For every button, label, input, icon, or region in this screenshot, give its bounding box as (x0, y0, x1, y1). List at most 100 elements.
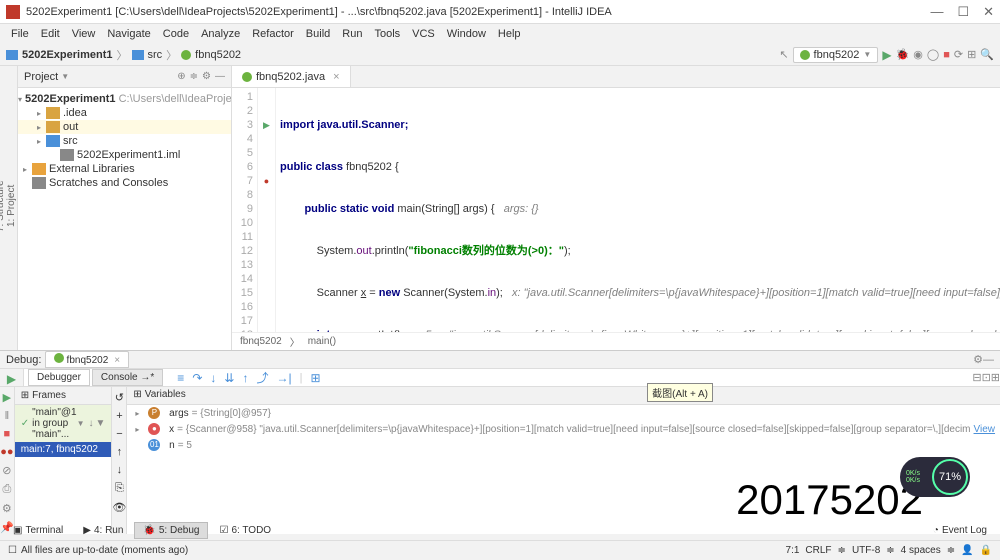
run-to-cursor-icon[interactable]: →| (276, 371, 291, 385)
editor-tab[interactable]: fbnq5202.java × (232, 66, 351, 87)
tooltip: 截图(Alt + A) (647, 383, 713, 402)
menu-code[interactable]: Code (158, 28, 194, 40)
mute-icon[interactable]: ⊘ (2, 464, 11, 477)
debugger-tab[interactable]: Debugger (28, 369, 90, 386)
lock-icon[interactable]: 🔒 (980, 545, 992, 556)
gear-icon[interactable]: ⚙ (202, 71, 211, 82)
down-icon[interactable]: ↓ (117, 464, 123, 476)
copy-icon[interactable]: ⎘ (115, 482, 124, 495)
app-icon (6, 5, 20, 19)
back-icon[interactable]: ↖ (779, 48, 788, 61)
close-tab-icon[interactable]: × (333, 71, 339, 83)
project-panel-title: Project (24, 71, 58, 83)
run-config-label: fbnq5202 (814, 49, 860, 61)
search-icon[interactable]: 🔍 (980, 48, 994, 61)
new-watch-icon[interactable]: + (116, 410, 122, 422)
inspection-icon[interactable]: 👤 (961, 545, 973, 556)
structure-icon[interactable]: ⊞ (967, 48, 976, 61)
show-execution-icon[interactable]: ≡ (177, 371, 184, 385)
structure-tool-button[interactable]: 7: Structure (0, 72, 6, 340)
status-bar: ☐ All files are up-to-date (moments ago)… (0, 540, 1000, 560)
pin-icon[interactable]: ⊡ (982, 371, 991, 384)
project-tree[interactable]: ▾5202Experiment1 C:\Users\dell\IdeaProje… (18, 88, 231, 194)
menu-run[interactable]: Run (337, 28, 367, 40)
maximize-button[interactable]: ☐ (957, 4, 969, 20)
layout-icon[interactable]: ⊟ (972, 371, 981, 384)
dump-icon[interactable]: ⎙ (2, 483, 11, 496)
update-icon[interactable]: ⟳ (954, 48, 963, 61)
indent[interactable]: 4 spaces (901, 545, 941, 556)
line-numbers: 1234567891011121314151617181920 (232, 88, 258, 332)
run-button[interactable]: ▶ (882, 48, 891, 62)
breadcrumb-root[interactable]: 5202Experiment1 (22, 49, 113, 61)
pause-icon[interactable]: ‖ (5, 410, 10, 422)
menu-navigate[interactable]: Navigate (102, 28, 155, 40)
menu-help[interactable]: Help (493, 28, 526, 40)
up-icon[interactable]: ↑ (117, 446, 123, 458)
gutter-icons[interactable]: ▶● (258, 88, 276, 332)
minimize-button[interactable]: — (930, 4, 943, 20)
evaluate-icon[interactable]: ⊞ (310, 371, 320, 385)
line-separator[interactable]: CRLF (805, 545, 831, 556)
left-tool-gutter: 1: Project 7: Structure 2: Favorites (0, 66, 18, 350)
editor: fbnq5202.java × 123456789101112131415161… (232, 66, 1000, 350)
menu-window[interactable]: Window (442, 28, 491, 40)
rerun-icon[interactable]: ▶ (7, 372, 16, 386)
stop-icon[interactable]: ■ (4, 428, 11, 440)
terminal-tab[interactable]: ▣ Terminal (4, 522, 72, 539)
menu-refactor[interactable]: Refactor (247, 28, 299, 40)
drop-frame-icon[interactable]: ⤴ (256, 369, 268, 386)
tab-label: fbnq5202.java (256, 71, 325, 83)
close-button[interactable]: ✕ (983, 4, 994, 20)
debug-button[interactable]: 🐞 (896, 48, 910, 61)
settings-icon[interactable]: ⚙ (2, 502, 12, 515)
debug-left-toolbar: ▶ ‖ ■ ●● ⊘ ⎙ ⚙ 📌 (0, 387, 15, 534)
menu-tools[interactable]: Tools (369, 28, 405, 40)
step-over-icon[interactable]: ↷ (192, 371, 202, 385)
debug-session-tab[interactable]: fbnq5202× (45, 351, 130, 368)
caret-position[interactable]: 7:1 (786, 545, 800, 556)
run-config-select[interactable]: fbnq5202 ▼ (793, 47, 879, 63)
gear-icon[interactable]: ⚙ (973, 353, 983, 366)
force-step-into-icon[interactable]: ⇊ (224, 371, 234, 385)
step-into-icon[interactable]: ↓ (210, 371, 216, 385)
code-area[interactable]: 1234567891011121314151617181920 ▶● impor… (232, 88, 1000, 332)
menu-edit[interactable]: Edit (36, 28, 65, 40)
stop-button[interactable]: ■ (943, 49, 950, 61)
breadcrumb-src[interactable]: src (148, 49, 163, 61)
var-item[interactable]: 01 n = 5 (127, 437, 1000, 453)
run-tab[interactable]: ▶ 4: Run (74, 522, 132, 539)
class-icon (242, 72, 252, 82)
menu-file[interactable]: File (6, 28, 34, 40)
coverage-icon[interactable]: ◉ (913, 48, 923, 61)
frame-item[interactable]: main:7, fbnq5202 (15, 442, 112, 457)
restore-icon[interactable]: ⊞ (991, 371, 1000, 384)
collapse-icon[interactable]: ≑ (190, 71, 198, 82)
encoding[interactable]: UTF-8 (852, 545, 880, 556)
status-message: All files are up-to-date (moments ago) (21, 545, 188, 556)
profile-icon[interactable]: ◯ (927, 48, 939, 61)
folder-icon (132, 50, 144, 60)
resume-icon[interactable]: ▶ (3, 391, 11, 404)
hide-icon[interactable]: — (983, 354, 994, 366)
var-item[interactable]: ▸P args = {String[0]@957} (127, 405, 1000, 421)
scroll-from-source-icon[interactable]: ⊕ (177, 71, 185, 82)
show-watches-icon[interactable]: 👁 (112, 501, 126, 514)
project-tool-button[interactable]: 1: Project (6, 72, 17, 340)
step-out-icon[interactable]: ↑ (242, 371, 248, 385)
performance-widget[interactable]: 0K/s0K/s 71% (900, 457, 970, 497)
editor-breadcrumbs: fbnq5202〉main() (232, 332, 1000, 350)
menu-vcs[interactable]: VCS (407, 28, 440, 40)
var-item[interactable]: ▸● x = {Scanner@958} "java.util.Scanner[… (127, 421, 1000, 437)
restore-layout-icon[interactable]: ↺ (115, 391, 124, 404)
hide-icon[interactable]: — (215, 71, 225, 82)
cpu-percent: 71% (932, 459, 968, 495)
menu-analyze[interactable]: Analyze (196, 28, 245, 40)
console-tab[interactable]: Console →* (92, 369, 163, 386)
variables-panel: ⊞Variables ▸P args = {String[0]@957} ▸● … (127, 387, 1000, 534)
menu-view[interactable]: View (67, 28, 101, 40)
menu-build[interactable]: Build (301, 28, 335, 40)
breakpoints-icon[interactable]: ●● (0, 446, 13, 458)
remove-watch-icon[interactable]: − (116, 428, 122, 440)
breadcrumb-file[interactable]: fbnq5202 (195, 49, 241, 61)
